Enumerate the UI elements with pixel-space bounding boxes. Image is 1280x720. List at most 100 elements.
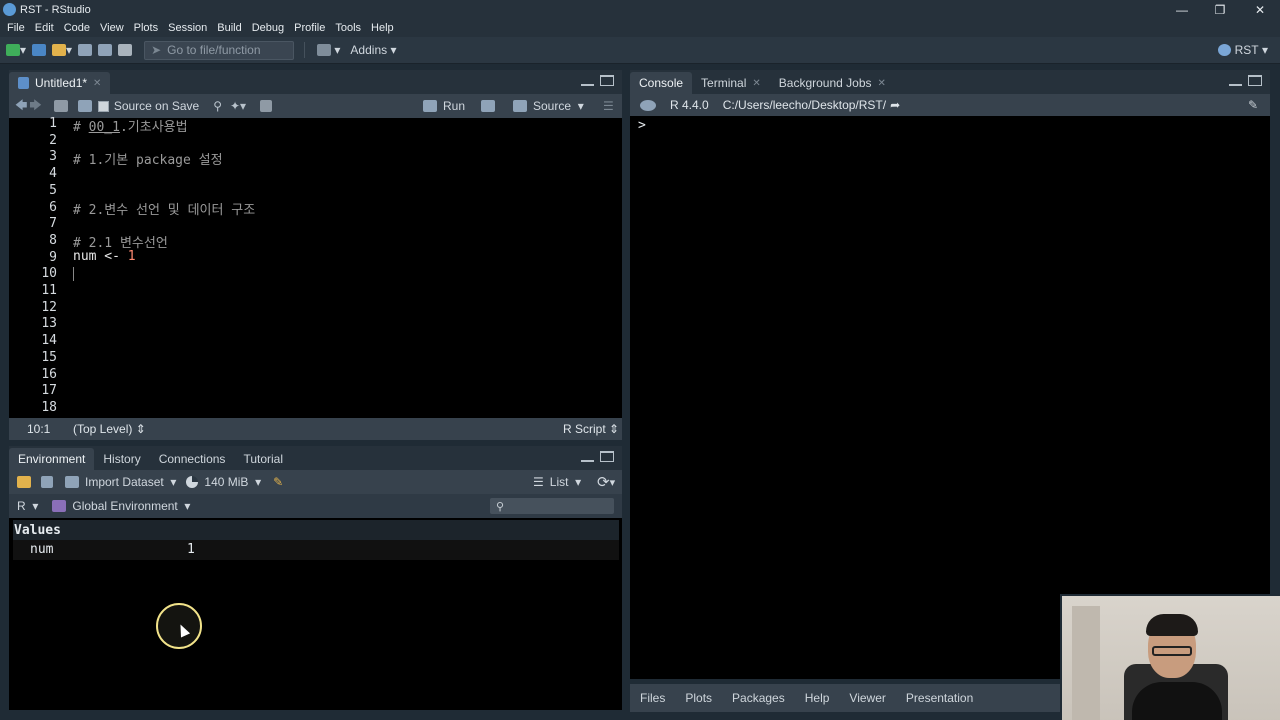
save-icon[interactable] xyxy=(77,96,92,116)
grid-icon[interactable]: ▾ xyxy=(317,40,340,60)
editor-tabbar: Untitled1* ✕ xyxy=(9,70,622,94)
menu-file[interactable]: File xyxy=(2,22,30,34)
run-icon xyxy=(423,100,437,112)
filetype-selector[interactable]: R Script ⇕ xyxy=(563,422,619,436)
table-row[interactable]: num 1 xyxy=(13,540,619,560)
clear-console-icon[interactable]: ✎ xyxy=(1248,98,1258,112)
close-tab-icon[interactable]: ✕ xyxy=(878,78,886,89)
line-number: 1 xyxy=(49,116,57,131)
tab-help[interactable]: Help xyxy=(795,687,840,709)
line-number: 11 xyxy=(41,283,57,298)
back-icon[interactable]: 🡄 xyxy=(15,96,27,116)
arrow-icon[interactable]: ➦ xyxy=(890,98,900,112)
window-title: RST - RStudio xyxy=(20,3,91,16)
broom-icon[interactable]: ✎ xyxy=(273,472,283,492)
list-icon: ☰ xyxy=(533,475,544,489)
line-number: 8 xyxy=(49,232,57,248)
forward-icon[interactable]: 🡆 xyxy=(29,96,41,116)
environment-icon xyxy=(52,500,67,512)
line-number: 9 xyxy=(49,249,57,265)
tab-background-jobs[interactable]: Background Jobs ✕ xyxy=(770,72,895,94)
view-mode-label: List xyxy=(549,475,569,489)
minimize-pane-icon[interactable] xyxy=(1229,75,1242,86)
scope-dropdown[interactable]: Global Environment ▾ xyxy=(52,496,190,516)
print-icon[interactable] xyxy=(118,40,133,60)
editor-toolbar: 🡄 🡆 Source on Save ⚲ ✦▾ Run Source ▾ ☰ xyxy=(9,94,622,118)
compile-report-icon[interactable] xyxy=(260,96,273,116)
maximize-pane-icon[interactable] xyxy=(1248,75,1262,86)
show-in-window-icon[interactable] xyxy=(53,96,68,116)
menu-code[interactable]: Code xyxy=(59,22,95,34)
source-button[interactable]: Source ▾ xyxy=(513,96,584,116)
addins-button[interactable]: Addins ▾ xyxy=(350,40,396,60)
view-mode-button[interactable]: ☰ List ▾ xyxy=(533,472,581,492)
new-file-icon[interactable]: ▾ xyxy=(6,40,26,60)
tab-environment[interactable]: Environment xyxy=(9,448,95,470)
scope-selector[interactable]: (Top Level) ⇕ xyxy=(73,422,146,436)
outline-icon[interactable]: ☰ xyxy=(603,96,614,116)
working-directory: C:/Users/leecho/Desktop/RST/ xyxy=(722,98,887,112)
source-on-save-label: Source on Save xyxy=(113,99,200,113)
restore-icon[interactable]: ❐ xyxy=(1200,0,1240,19)
menu-tools[interactable]: Tools xyxy=(330,22,366,34)
wand-icon[interactable]: ✦▾ xyxy=(230,96,246,116)
menu-debug[interactable]: Debug xyxy=(247,22,289,34)
maximize-pane-icon[interactable] xyxy=(600,75,614,86)
code-editor[interactable]: 1 2 3 4 5 6 7 8 9 10 11 12 13 14 15 16 17 18 # 00_1.기초사용법… xyxy=(9,116,622,418)
save-all-icon[interactable] xyxy=(98,40,113,60)
close-icon[interactable]: ✕ xyxy=(1240,0,1280,19)
title-bar: RST - RStudio — ❐ ✕ xyxy=(0,0,1280,19)
environment-list: Values num 1 xyxy=(9,518,622,710)
refresh-icon[interactable]: ⟳ ▾ xyxy=(597,472,615,492)
menu-help[interactable]: Help xyxy=(366,22,399,34)
import-dataset-label: Import Dataset xyxy=(85,475,164,489)
menu-bar: File Edit Code View Plots Session Build … xyxy=(0,19,1280,37)
cursor-position: 10:1 xyxy=(27,422,51,436)
minimize-pane-icon[interactable] xyxy=(581,451,594,462)
editor-status-bar: 10:1 (Top Level) ⇕ R Script ⇕ xyxy=(9,418,622,440)
tab-connections[interactable]: Connections xyxy=(150,448,235,470)
tab-console[interactable]: Console xyxy=(630,72,693,94)
tab-packages[interactable]: Packages xyxy=(722,687,795,709)
open-icon[interactable]: ▾ xyxy=(52,40,72,60)
minimize-icon[interactable]: — xyxy=(1162,0,1202,19)
close-tab-icon[interactable]: ✕ xyxy=(752,78,760,89)
import-dataset-button[interactable]: Import Dataset ▾ xyxy=(65,472,176,492)
run-button[interactable]: Run xyxy=(423,96,465,116)
minimize-pane-icon[interactable] xyxy=(581,75,594,86)
rerun-icon[interactable] xyxy=(481,96,495,116)
tab-tutorial[interactable]: Tutorial xyxy=(234,448,292,470)
tab-viewer[interactable]: Viewer xyxy=(839,687,895,709)
tab-files[interactable]: Files xyxy=(630,687,675,709)
environment-search-input[interactable]: ⚲ xyxy=(490,498,614,514)
tab-terminal[interactable]: Terminal ✕ xyxy=(692,72,770,94)
menu-build[interactable]: Build xyxy=(212,22,246,34)
tab-history[interactable]: History xyxy=(94,448,149,470)
menu-edit[interactable]: Edit xyxy=(30,22,59,34)
tab-untitled1[interactable]: Untitled1* ✕ xyxy=(9,72,111,94)
language-selector[interactable]: R ▾ xyxy=(17,496,38,516)
r-logo-icon xyxy=(640,99,656,111)
source-on-save-checkbox[interactable]: Source on Save xyxy=(97,96,200,116)
menu-plots[interactable]: Plots xyxy=(129,22,163,34)
close-tab-icon[interactable]: ✕ xyxy=(93,78,101,89)
search-icon[interactable]: ⚲ xyxy=(213,96,222,116)
menu-profile[interactable]: Profile xyxy=(289,22,330,34)
project-button[interactable]: RST ▾ xyxy=(1218,40,1268,60)
menu-session[interactable]: Session xyxy=(163,22,212,34)
save-workspace-icon[interactable] xyxy=(41,472,53,492)
save-icon[interactable] xyxy=(78,40,93,60)
r-file-icon xyxy=(18,77,29,89)
load-workspace-icon[interactable] xyxy=(17,472,31,492)
new-project-icon[interactable] xyxy=(32,40,47,60)
line-number: 18 xyxy=(41,399,57,415)
tab-plots[interactable]: Plots xyxy=(675,687,722,709)
goto-file-input[interactable]: ➤ Go to file/function xyxy=(144,40,295,60)
editor-pane: Untitled1* ✕ 🡄 🡆 Source on Save ⚲ ✦▾ Run… xyxy=(9,70,622,440)
code-line-6: # 2.변수 선언 및 데이터 구조 xyxy=(73,203,256,218)
memory-usage-button[interactable]: 140 MiB ▾ xyxy=(186,472,261,492)
maximize-pane-icon[interactable] xyxy=(600,451,614,462)
line-number: 15 xyxy=(41,349,57,365)
menu-view[interactable]: View xyxy=(95,22,129,34)
tab-presentation[interactable]: Presentation xyxy=(896,687,983,709)
